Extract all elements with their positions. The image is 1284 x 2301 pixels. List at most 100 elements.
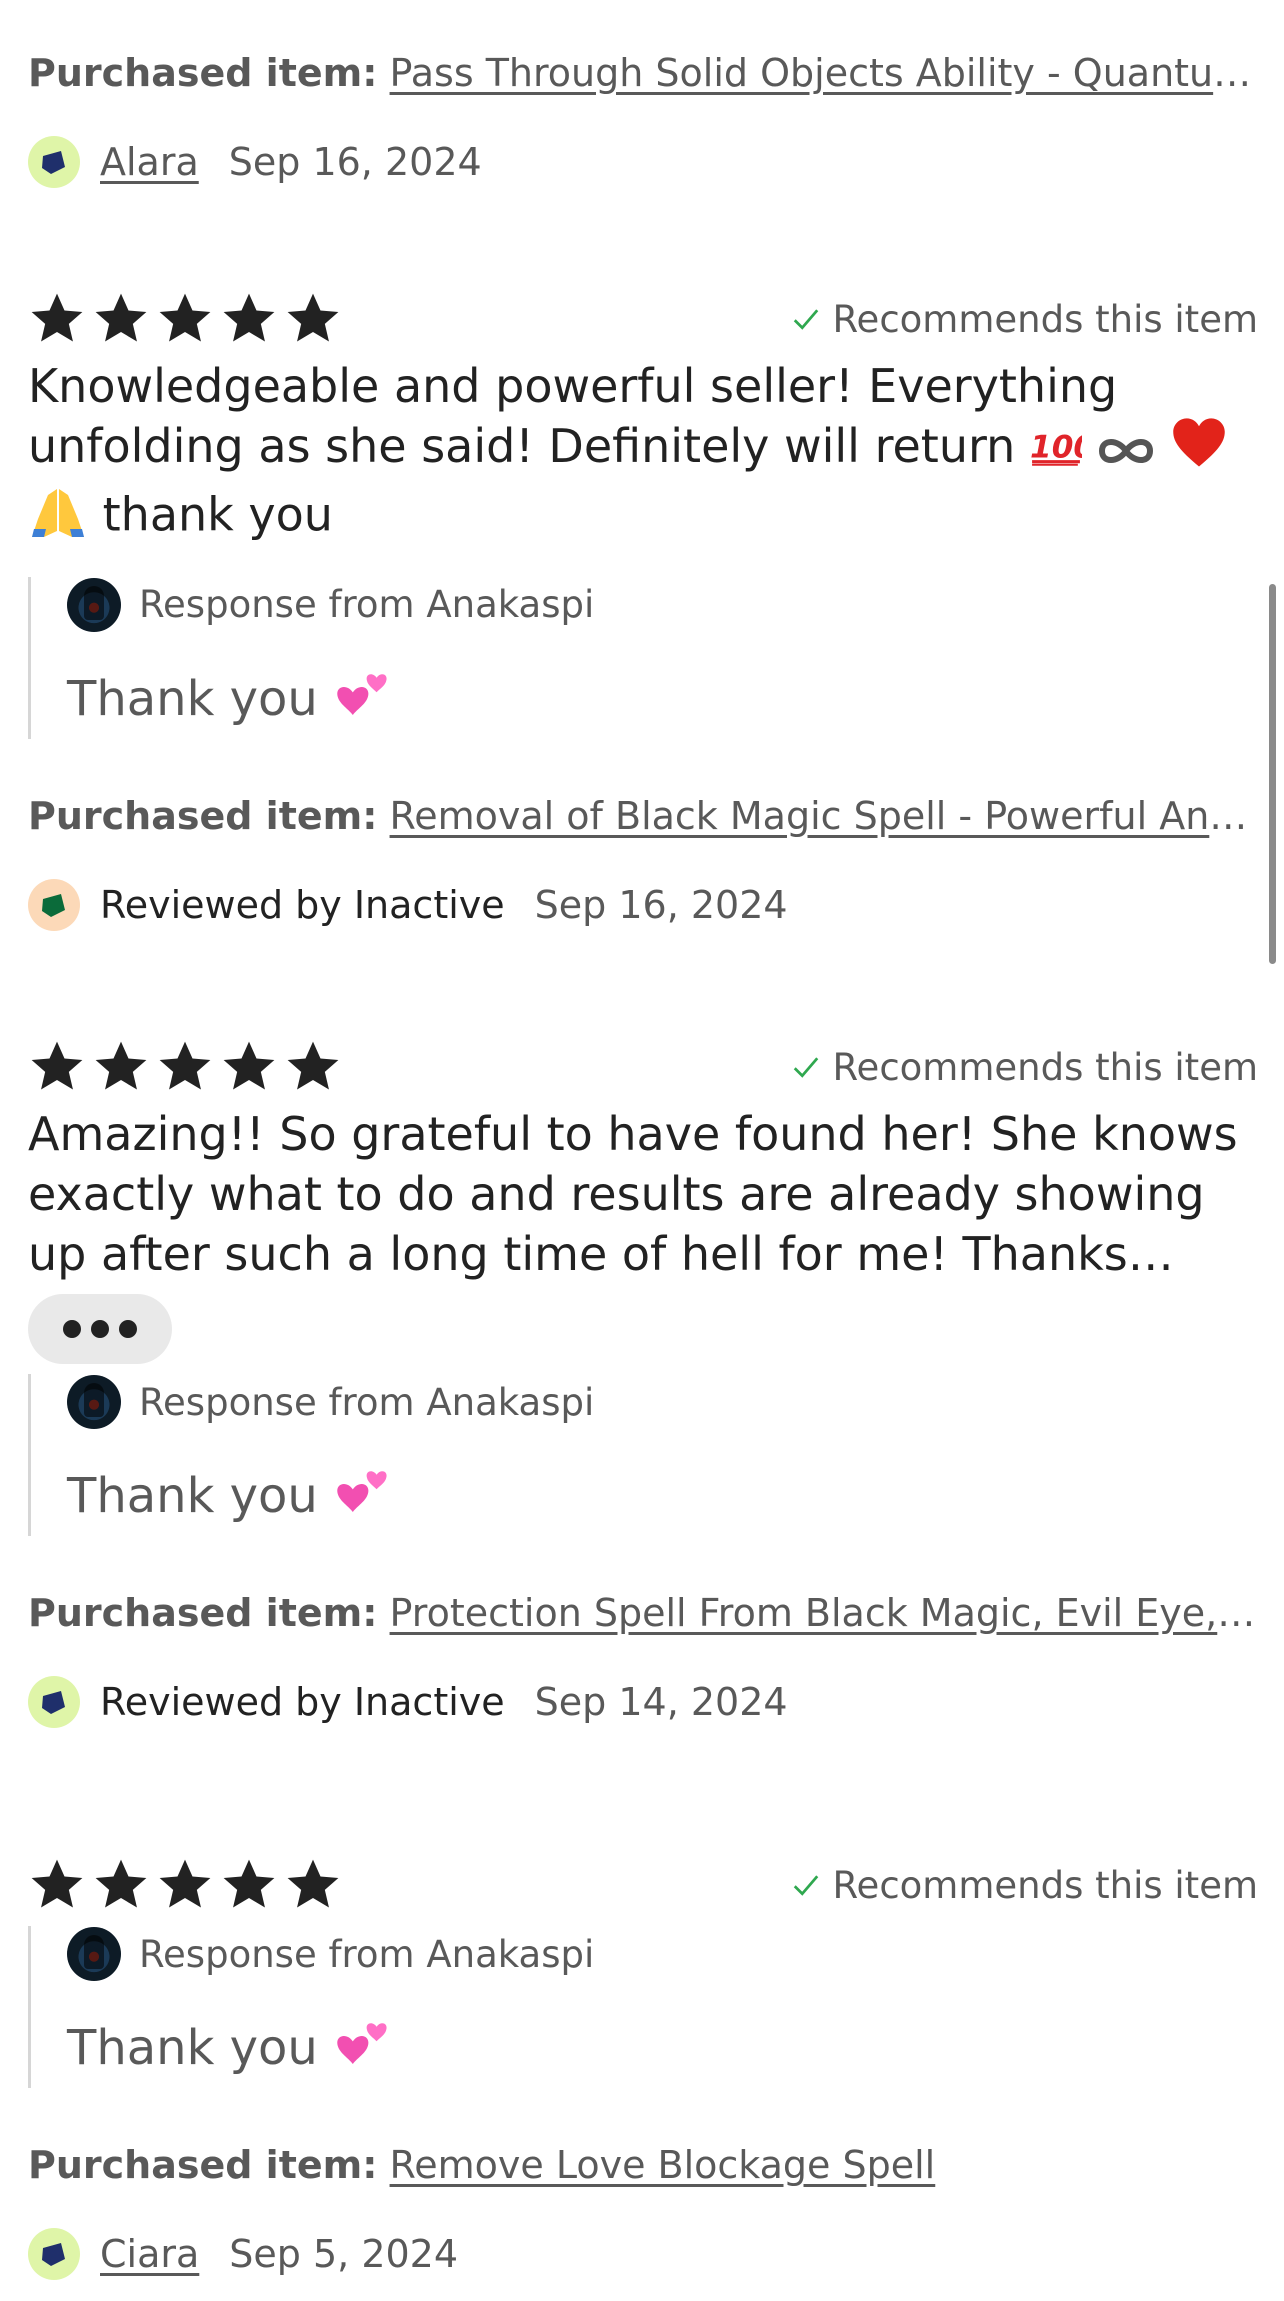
star-icon xyxy=(95,293,147,342)
folded-hands-icon xyxy=(28,483,88,553)
star-icon xyxy=(223,293,275,342)
response-header: Response from Anakaspi xyxy=(67,1926,1258,1982)
purchased-item-row: Purchased item: Pass Through Solid Objec… xyxy=(28,48,1258,98)
response-from: Response from Anakaspi xyxy=(139,583,595,626)
star-icon xyxy=(287,1041,339,1090)
recommends-label: Recommends this item xyxy=(832,1045,1258,1089)
check-icon xyxy=(793,1875,818,1896)
shop-avatar xyxy=(67,1375,121,1429)
reviewer-name-link[interactable]: Ciara xyxy=(100,2232,199,2276)
two-hearts-icon xyxy=(337,2023,387,2065)
review-card: Recommends this item Knowledgeable and p… xyxy=(28,286,1258,935)
shop-avatar xyxy=(67,1927,121,1981)
star-icon xyxy=(287,1859,339,1908)
dot xyxy=(119,1320,137,1338)
recommends-badge: Recommends this item xyxy=(791,1046,1258,1089)
star-rating xyxy=(28,1038,342,1096)
star-icon xyxy=(223,1041,275,1090)
star-rating xyxy=(28,290,342,348)
purchased-label: Purchased item: xyxy=(28,1591,378,1635)
pentagon-icon xyxy=(42,893,65,917)
purchased-item-row: Purchased item: Remove Love Blockage Spe… xyxy=(28,2140,1258,2190)
reviewer-row: Alara Sep 16, 2024 xyxy=(28,132,1258,192)
shop-avatar xyxy=(67,577,121,632)
review-card: Recommends this item Response from Anaka… xyxy=(28,1852,1258,2284)
response-text: Thank you xyxy=(67,669,1258,729)
review-text: Amazing!! So grateful to have found her!… xyxy=(28,1107,1238,1281)
two-hearts-icon xyxy=(337,1471,387,1513)
dot xyxy=(63,1320,81,1338)
check-icon xyxy=(793,309,818,330)
pentagon-icon xyxy=(42,2243,65,2266)
scrollbar[interactable] xyxy=(1269,584,1276,964)
response-header: Response from Anakaspi xyxy=(67,577,1258,633)
purchased-label: Purchased item: xyxy=(28,51,378,95)
recommends-badge: Recommends this item xyxy=(791,298,1258,341)
purchased-item-link[interactable]: Removal of Black Magic Spell - Powerful … xyxy=(390,794,1258,838)
dot xyxy=(91,1320,109,1338)
star-icon xyxy=(159,293,211,342)
purchased-label: Purchased item: xyxy=(28,2143,378,2187)
reviewer-row: Ciara Sep 5, 2024 xyxy=(28,2224,1258,2284)
review-text: Knowledgeable and powerful seller! Every… xyxy=(28,356,1258,553)
response-body: Thank you xyxy=(67,1468,318,1524)
reviewer-avatar xyxy=(28,136,80,188)
review-card: Purchased item: Pass Through Solid Objec… xyxy=(28,48,1258,192)
recommends-badge: Recommends this item xyxy=(791,1864,1258,1907)
review-header: Recommends this item xyxy=(28,1034,1258,1100)
check-icon xyxy=(793,1057,818,1078)
reviewer-avatar xyxy=(28,878,80,931)
seller-response: Response from Anakaspi Thank you xyxy=(28,576,1258,739)
red-heart-icon xyxy=(1171,417,1227,483)
show-more-button[interactable] xyxy=(28,1294,172,1364)
purchased-label: Purchased item: xyxy=(28,793,378,838)
review-date: Sep 5, 2024 xyxy=(229,2232,459,2276)
reviewer-avatar xyxy=(28,2228,80,2280)
response-body: Thank you xyxy=(67,670,318,727)
star-icon xyxy=(31,1859,83,1908)
pentagon-icon xyxy=(42,151,65,174)
review-body: Knowledgeable and powerful seller! Every… xyxy=(28,359,1118,473)
purchased-item-link[interactable]: Protection Spell From Black Magic, Evil … xyxy=(390,1591,1258,1635)
response-body: Thank you xyxy=(67,2020,318,2076)
review-date: Sep 16, 2024 xyxy=(228,140,482,184)
reviewer-name: Reviewed by Inactive xyxy=(100,882,505,927)
seller-response: Response from Anakaspi Thank you xyxy=(28,1374,1258,1536)
response-text: Thank you xyxy=(67,2018,1258,2078)
review-date: Sep 14, 2024 xyxy=(534,1680,788,1724)
two-hearts-icon xyxy=(337,673,387,715)
star-icon xyxy=(95,1859,147,1908)
star-icon xyxy=(159,1859,211,1908)
star-icon xyxy=(159,1041,211,1090)
star-icon xyxy=(31,1041,83,1090)
purchased-item-row: Purchased item: Removal of Black Magic S… xyxy=(28,791,1258,841)
star-icon xyxy=(95,1041,147,1090)
review-card: Recommends this item Amazing!! So gratef… xyxy=(28,1034,1258,1732)
purchased-item-link[interactable]: Pass Through Solid Objects Ability - Qua… xyxy=(390,51,1258,95)
review-header: Recommends this item xyxy=(28,286,1258,352)
purchased-item-row: Purchased item: Protection Spell From Bl… xyxy=(28,1588,1258,1638)
response-text: Thank you xyxy=(67,1466,1258,1526)
reviewer-name: Reviewed by Inactive xyxy=(100,1680,505,1724)
star-icon xyxy=(31,293,83,342)
response-from: Response from Anakaspi xyxy=(139,1932,595,1976)
seller-response: Response from Anakaspi Thank you xyxy=(28,1926,1258,2088)
infinity-icon xyxy=(1096,420,1156,480)
recommends-label: Recommends this item xyxy=(832,297,1258,341)
response-from: Response from Anakaspi xyxy=(139,1380,595,1424)
reviewer-row: Reviewed by Inactive Sep 16, 2024 xyxy=(28,875,1258,935)
purchased-item-link[interactable]: Remove Love Blockage Spell xyxy=(390,2143,936,2187)
reviewer-name-link[interactable]: Alara xyxy=(100,140,199,184)
star-icon xyxy=(287,293,339,342)
pentagon-icon xyxy=(42,1691,65,1714)
recommends-label: Recommends this item xyxy=(832,1863,1258,1907)
star-icon xyxy=(223,1859,275,1908)
response-header: Response from Anakaspi xyxy=(67,1374,1258,1430)
reviewer-row: Reviewed by Inactive Sep 14, 2024 xyxy=(28,1672,1258,1732)
review-date: Sep 16, 2024 xyxy=(534,882,788,927)
review-header: Recommends this item xyxy=(28,1852,1258,1918)
review-body-end: thank you xyxy=(102,487,333,541)
star-rating xyxy=(28,1856,342,1914)
hundred-points-icon: 100 xyxy=(1030,420,1095,480)
reviewer-avatar xyxy=(28,1676,80,1728)
